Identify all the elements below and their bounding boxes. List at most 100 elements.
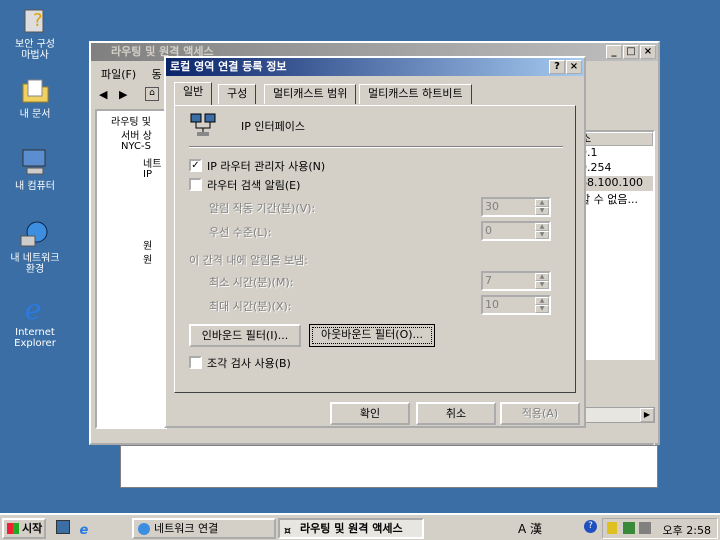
- spin-up-icon[interactable]: ▲: [535, 199, 549, 207]
- tree-item-remote-1[interactable]: 원: [143, 237, 152, 252]
- preference-spinner[interactable]: 0 ▲ ▼: [481, 221, 551, 241]
- spin-up-icon[interactable]: ▲: [535, 223, 549, 231]
- network-interface-icon: [189, 112, 219, 141]
- lower-window-area: [120, 445, 658, 488]
- svg-text:e: e: [25, 293, 42, 324]
- desktop-icon-my-documents[interactable]: 내 문서: [0, 74, 70, 120]
- tree-item-server-status[interactable]: 서버 상: [121, 127, 152, 142]
- max-interval-label: 최대 시간(분)(X):: [209, 300, 292, 313]
- h-scrollbar[interactable]: ▶: [575, 407, 655, 423]
- minimize-button[interactable]: _: [606, 45, 622, 59]
- back-icon[interactable]: ◀: [99, 88, 107, 101]
- apply-button[interactable]: 적용(A): [500, 402, 580, 425]
- desktop-icon-my-computer[interactable]: 내 컴퓨터: [0, 146, 70, 192]
- dialog-close-button[interactable]: ×: [566, 60, 582, 74]
- list-header[interactable]: 소: [577, 132, 653, 146]
- taskbar-item-network-connections[interactable]: 네트워크 연결: [132, 518, 276, 539]
- desktop-icon-network-places[interactable]: 내 네트워크 환경: [0, 218, 70, 275]
- tree-item-ip[interactable]: IP: [143, 169, 152, 180]
- security-wizard-icon: ?: [19, 4, 51, 36]
- windows-logo-icon: [7, 523, 19, 534]
- security-shield-icon[interactable]: [607, 522, 617, 534]
- desktop-icon-label: 내 컴퓨터: [15, 181, 55, 192]
- advert-lifetime-label: 알림 작동 기간(분)(V):: [209, 202, 316, 215]
- min-interval-spinner[interactable]: 7 ▲ ▼: [481, 271, 551, 291]
- spin-down-icon[interactable]: ▼: [535, 231, 549, 239]
- list-pane: 소 0.1 0.254 68.100.100 할 수 없음...: [575, 130, 655, 360]
- language-bar[interactable]: A 漢: [518, 520, 542, 537]
- preference-value: 0: [485, 224, 492, 237]
- taskbar-item-label: 라우팅 및 원격 액세스: [300, 522, 403, 535]
- monitor-tray-icon[interactable]: [639, 522, 651, 534]
- tab-configuration[interactable]: 구성: [218, 84, 257, 104]
- tree-pane: 라우팅 및 서버 상 NYC-S 네트 IP 원 원: [95, 109, 167, 429]
- svg-text:?: ?: [33, 10, 43, 31]
- tab-multicast-heartbeat[interactable]: 멀티캐스트 하트비트: [359, 84, 472, 104]
- list-row[interactable]: 68.100.100: [577, 176, 653, 191]
- enable-router-manager-label[interactable]: IP 라우터 관리자 사용(N): [207, 158, 325, 174]
- start-button[interactable]: 시작: [2, 518, 46, 539]
- enable-router-manager-checkbox[interactable]: ✓: [189, 159, 202, 172]
- menubar: 파일(F) 동: [95, 65, 168, 85]
- ok-button[interactable]: 확인: [330, 402, 410, 425]
- up-folder-icon[interactable]: ⌂: [145, 87, 159, 101]
- tree-item-remote-2[interactable]: 원: [143, 251, 152, 266]
- forward-icon[interactable]: ▶: [119, 88, 127, 101]
- dialog-title: 로컬 영역 연결 등록 정보: [170, 60, 287, 73]
- max-interval-spinner[interactable]: 10 ▲ ▼: [481, 295, 551, 315]
- interval-label: 이 간격 내에 알림을 보냄:: [189, 254, 308, 267]
- spin-down-icon[interactable]: ▼: [535, 207, 549, 215]
- spin-down-icon[interactable]: ▼: [535, 281, 549, 289]
- fragment-check-label[interactable]: 조각 검사 사용(B): [207, 355, 291, 371]
- min-interval-value: 7: [485, 274, 492, 287]
- ie-quicklaunch-icon[interactable]: e: [80, 523, 89, 538]
- menu-file[interactable]: 파일(F): [95, 68, 142, 81]
- spin-up-icon[interactable]: ▲: [535, 273, 549, 281]
- spin-down-icon[interactable]: ▼: [535, 305, 549, 313]
- tree-item-root[interactable]: 라우팅 및: [111, 113, 151, 128]
- maximize-button[interactable]: □: [623, 45, 639, 59]
- outbound-filters-button[interactable]: 아웃바운드 필터(O)...: [309, 324, 435, 347]
- router-discovery-checkbox[interactable]: [189, 178, 202, 191]
- list-row[interactable]: 0.1: [577, 146, 653, 161]
- min-interval-label: 최소 시간(분)(M):: [209, 276, 294, 289]
- advert-lifetime-spinner[interactable]: 30 ▲ ▼: [481, 197, 551, 217]
- fragment-check-checkbox[interactable]: [189, 356, 202, 369]
- taskbar: 시작 e 네트워크 연결 ¤ 라우팅 및 원격 액세스 A 漢 ? 오후 2:5…: [0, 513, 720, 540]
- separator: [189, 146, 563, 148]
- desktop-icon-label: 내 문서: [19, 109, 51, 120]
- quick-launch: e: [56, 520, 88, 538]
- tab-panel: IP 인터페이스 ✓ IP 라우터 관리자 사용(N) 라우터 검색 알림(E)…: [174, 105, 576, 393]
- show-desktop-icon[interactable]: [56, 520, 70, 534]
- taskbar-item-label: 네트워크 연결: [154, 522, 219, 535]
- desktop-icon-label: 내 네트워크 환경: [10, 253, 60, 275]
- taskbar-item-routing[interactable]: ¤ 라우팅 및 원격 액세스: [278, 518, 424, 539]
- close-button[interactable]: ×: [640, 45, 656, 59]
- list-row[interactable]: 0.254: [577, 161, 653, 176]
- advert-lifetime-value: 30: [485, 200, 499, 213]
- desktop-icon-internet-explorer[interactable]: e Internet Explorer: [0, 292, 70, 349]
- help-button[interactable]: ?: [549, 60, 565, 74]
- my-computer-icon: [19, 146, 51, 178]
- routing-app-icon: ¤: [284, 524, 291, 537]
- clock[interactable]: 오후 2:58: [663, 522, 711, 538]
- router-discovery-label[interactable]: 라우터 검색 알림(E): [207, 177, 300, 193]
- inbound-filters-button[interactable]: 인바운드 필터(I)...: [189, 324, 301, 347]
- scroll-right-icon[interactable]: ▶: [640, 408, 654, 422]
- help-icon[interactable]: ?: [584, 520, 597, 533]
- properties-dialog: 로컬 영역 연결 등록 정보 ? × 일반 구성 멀티캐스트 범위 멀티캐스트 …: [164, 56, 586, 428]
- network-places-icon: [19, 218, 51, 250]
- tab-multicast-scope[interactable]: 멀티캐스트 범위: [264, 84, 357, 104]
- system-tray: 오후 2:58: [602, 518, 718, 539]
- spin-up-icon[interactable]: ▲: [535, 297, 549, 305]
- tree-item-nyc[interactable]: NYC-S: [121, 141, 151, 152]
- dialog-titlebar[interactable]: 로컬 영역 연결 등록 정보 ? ×: [166, 58, 584, 76]
- max-interval-value: 10: [485, 298, 499, 311]
- cancel-button[interactable]: 취소: [416, 402, 496, 425]
- tree-item-network[interactable]: 네트: [143, 155, 161, 170]
- desktop-icon-security-wizard[interactable]: ? 보안 구성 마법사: [0, 4, 70, 61]
- list-row[interactable]: 할 수 없음...: [577, 191, 653, 206]
- tab-general[interactable]: 일반: [174, 82, 213, 105]
- interface-label: IP 인터페이스: [241, 120, 305, 133]
- network-tray-icon[interactable]: [623, 522, 635, 534]
